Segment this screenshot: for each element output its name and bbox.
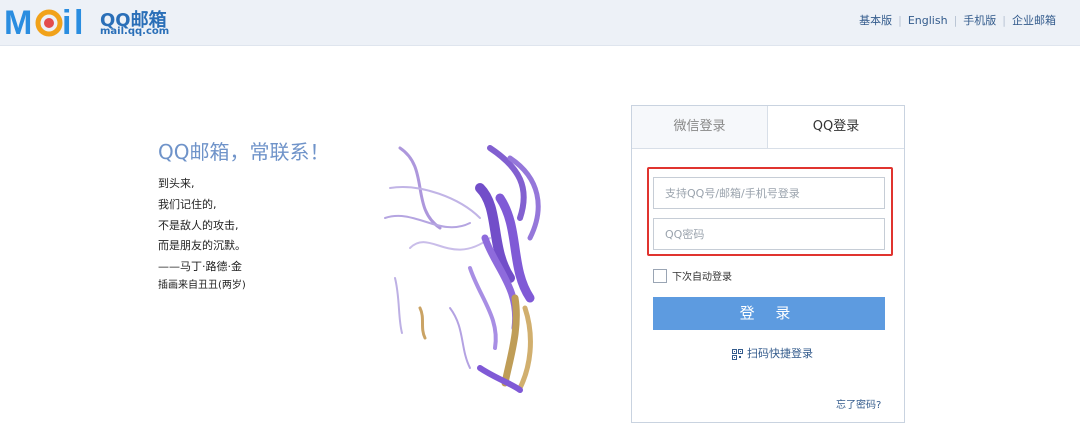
divider: | (898, 14, 902, 27)
forgot-password-link[interactable]: 忘了密码? (836, 396, 881, 411)
svg-text:i: i (62, 4, 71, 39)
poem-line: 不是敌人的攻击, (158, 218, 239, 232)
slogan: QQ邮箱，常联系！ (158, 140, 330, 164)
auto-login-checkbox[interactable] (653, 268, 667, 283)
top-header: M i l QQ邮箱 mail.qq.com 基本版 | English | 手机版 | 企… (0, 0, 1080, 46)
poem: 到头来, 我们记住的, 不是敌人的攻击, 而是朋友的沉默。 ——马丁·路德·金 (158, 174, 246, 278)
poem-line: 而是朋友的沉默。 (158, 239, 246, 253)
login-tabs: 微信登录 QQ登录 (632, 106, 904, 149)
login-button[interactable]: 登 录 (653, 297, 885, 330)
link-basic-version[interactable]: 基本版 (859, 14, 892, 27)
svg-text:l: l (74, 4, 83, 39)
illustration-credit: 插画来自丑丑(两岁) (158, 280, 246, 291)
mail-logo-icon: M i l (4, 4, 83, 39)
divider: | (953, 14, 958, 27)
username-input[interactable] (653, 177, 885, 209)
brand-url: mail.qq.com (100, 26, 170, 37)
top-links: 基本版 | English | 手机版 | 企业邮箱 (859, 12, 1056, 28)
poem-line: 到头来, (158, 177, 195, 190)
link-english[interactable]: English (908, 14, 948, 27)
auto-login-option[interactable]: 下次自动登录 (653, 268, 732, 283)
password-input[interactable] (653, 218, 885, 250)
svg-text:M: M (4, 4, 32, 39)
divider: | (1002, 14, 1006, 27)
link-mobile-version[interactable]: 手机版 (963, 14, 996, 27)
login-panel: 微信登录 QQ登录 (631, 105, 905, 423)
auto-login-label: 下次自动登录 (672, 272, 732, 283)
poem-line: ——马丁·路德·金 (158, 260, 242, 274)
tab-qq-login[interactable]: QQ登录 (768, 106, 904, 148)
qr-login-link[interactable]: 扫码快捷登录 (732, 345, 813, 361)
link-enterprise-mail[interactable]: 企业邮箱 (1012, 14, 1056, 27)
qr-login-label: 扫码快捷登录 (747, 347, 813, 360)
poem-line: 我们记住的, (158, 197, 217, 211)
tab-wechat-login[interactable]: 微信登录 (632, 106, 768, 148)
watercolor-illustration (384, 145, 541, 393)
qr-code-icon (732, 348, 743, 360)
